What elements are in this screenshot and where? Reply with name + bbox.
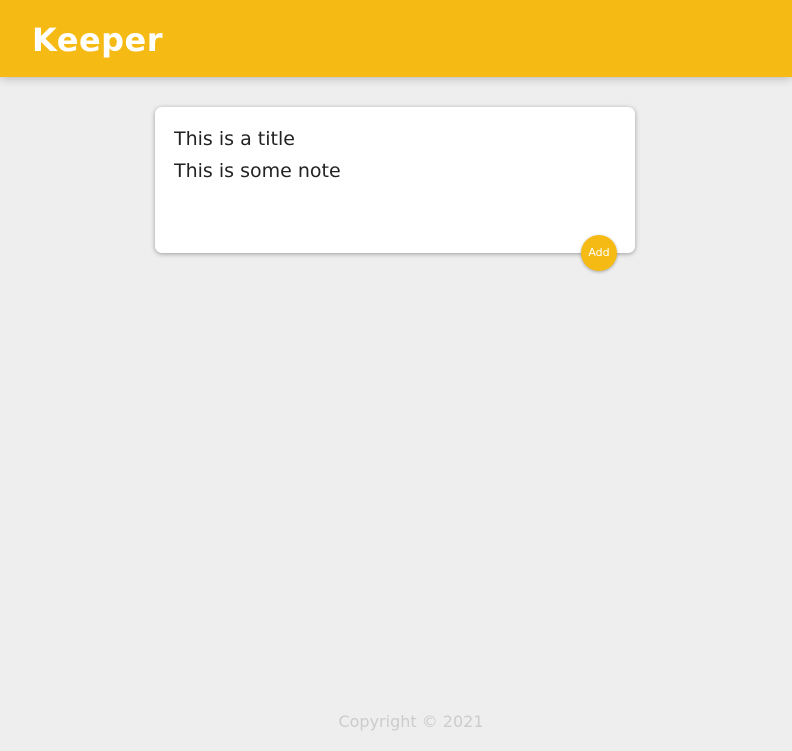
- add-note-button[interactable]: Add: [581, 235, 617, 271]
- create-note-form: This is some note: [155, 107, 635, 253]
- copyright-footer: Copyright © 2021: [338, 712, 484, 731]
- note-title-input[interactable]: [174, 127, 614, 151]
- app-header: Keeper: [0, 0, 792, 77]
- note-content-input[interactable]: This is some note: [174, 159, 614, 239]
- app-brand: Keeper: [32, 21, 164, 59]
